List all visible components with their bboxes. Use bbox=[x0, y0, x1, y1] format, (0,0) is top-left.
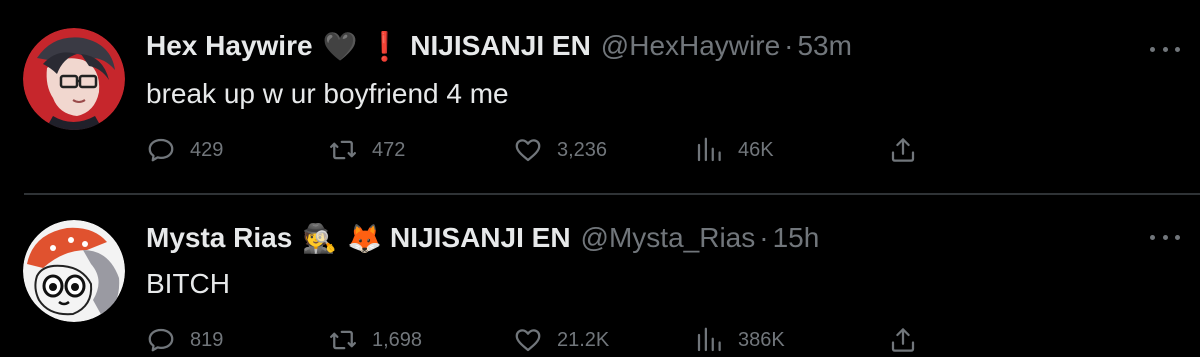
share-button[interactable] bbox=[888, 133, 918, 167]
heart-icon bbox=[515, 329, 541, 352]
author-handle[interactable]: @Mysta_Rias bbox=[581, 222, 756, 254]
tweet-actions: 429 472 3,236 46K bbox=[146, 133, 946, 167]
retweet-icon bbox=[330, 140, 356, 160]
bar-chart-icon bbox=[697, 327, 721, 352]
mysta-rias-avatar-image bbox=[23, 220, 125, 322]
author-name[interactable]: Hex Haywire bbox=[146, 30, 313, 62]
exclamation-emoji: ❗ bbox=[367, 30, 403, 62]
reply-count: 819 bbox=[190, 328, 224, 351]
retweet-button[interactable]: 472 bbox=[328, 133, 405, 167]
detective-emoji: 🕵️ bbox=[302, 222, 338, 254]
retweet-count: 1,698 bbox=[372, 328, 423, 351]
tweet-divider bbox=[24, 193, 1200, 195]
views-count: 386K bbox=[738, 328, 785, 351]
tweet[interactable]: Mysta Rias 🕵️ 🦊 NIJISANJI EN @Mysta_Rias… bbox=[0, 196, 1200, 352]
fox-emoji: 🦊 bbox=[347, 222, 383, 254]
more-dots-icon[interactable] bbox=[1150, 232, 1180, 242]
reply-button[interactable]: 429 bbox=[146, 133, 223, 167]
tweet-text: break up w ur boyfriend 4 me bbox=[146, 78, 509, 109]
hex-haywire-avatar-image bbox=[23, 28, 125, 130]
bar-chart-icon bbox=[697, 137, 721, 162]
views-count: 46K bbox=[738, 138, 774, 161]
author-handle[interactable]: @HexHaywire bbox=[601, 30, 780, 62]
like-count: 3,236 bbox=[557, 138, 608, 161]
timestamp[interactable]: 15h bbox=[773, 222, 820, 254]
tweet-header: Hex Haywire 🖤 ❗ NIJISANJI EN @HexHaywire… bbox=[146, 28, 852, 64]
retweet-icon bbox=[330, 330, 356, 350]
retweet-count: 472 bbox=[372, 138, 406, 161]
author-name[interactable]: Mysta Rias bbox=[146, 222, 292, 254]
timestamp[interactable]: 53m bbox=[797, 30, 851, 62]
like-button[interactable]: 3,236 bbox=[513, 133, 607, 167]
tweet-header: Mysta Rias 🕵️ 🦊 NIJISANJI EN @Mysta_Rias… bbox=[146, 220, 819, 256]
separator-dot: · bbox=[784, 30, 794, 61]
share-upload-icon bbox=[891, 138, 915, 162]
tweet-text: BITCH bbox=[146, 268, 230, 299]
more-dots-icon[interactable] bbox=[1150, 44, 1180, 54]
avatar[interactable] bbox=[23, 220, 125, 322]
reply-count: 429 bbox=[190, 138, 224, 161]
share-upload-icon bbox=[891, 328, 915, 352]
like-count: 21.2K bbox=[557, 328, 610, 351]
views-button[interactable]: 46K bbox=[694, 133, 774, 167]
affiliation: NIJISANJI EN bbox=[410, 30, 591, 61]
black-heart-emoji: 🖤 bbox=[322, 30, 358, 62]
separator-dot: · bbox=[759, 222, 769, 253]
speech-bubble-icon bbox=[148, 138, 174, 162]
speech-bubble-icon bbox=[148, 328, 174, 352]
avatar[interactable] bbox=[23, 28, 125, 130]
affiliation: NIJISANJI EN bbox=[390, 222, 571, 253]
tweet[interactable]: Hex Haywire 🖤 ❗ NIJISANJI EN @HexHaywire… bbox=[0, 0, 1200, 194]
heart-icon bbox=[515, 139, 541, 162]
